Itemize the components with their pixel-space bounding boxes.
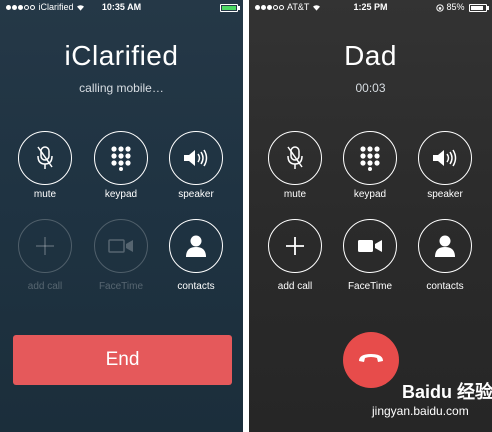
keypad-button[interactable] xyxy=(94,131,148,185)
hang-up-icon xyxy=(357,351,385,370)
speaker-label: speaker xyxy=(427,189,463,200)
mute-button[interactable] xyxy=(268,131,322,185)
speaker-button[interactable] xyxy=(169,131,223,185)
speaker-button[interactable] xyxy=(418,131,472,185)
speaker-icon xyxy=(182,148,210,168)
facetime-label: FaceTime xyxy=(98,281,144,292)
watermark-brand: Baidu 经验 xyxy=(402,382,492,402)
facetime-icon xyxy=(357,238,383,254)
left-phone-screen: iClarified 10:35 AM iClarified calling m… xyxy=(0,0,243,432)
keypad-label: keypad xyxy=(353,189,387,200)
caller-name: iClarified xyxy=(64,40,179,71)
add-call-icon xyxy=(284,235,306,257)
mute-icon xyxy=(284,145,306,171)
add-call-label: add call xyxy=(277,281,313,292)
contacts-label: contacts xyxy=(426,281,464,292)
facetime-button[interactable] xyxy=(343,219,397,273)
facetime-button xyxy=(94,219,148,273)
add-call-button xyxy=(18,219,72,273)
watermark-url: jingyan.baidu.com xyxy=(372,404,469,418)
add-call-button[interactable] xyxy=(268,219,322,273)
add-call-label: add call xyxy=(27,281,63,292)
mute-label: mute xyxy=(33,189,57,200)
mute-label: mute xyxy=(283,189,307,200)
watermark: Baidu 经验 jingyan.baidu.com xyxy=(372,378,492,428)
speaker-icon xyxy=(431,148,459,168)
end-call-button[interactable]: End xyxy=(13,335,232,385)
contacts-button[interactable] xyxy=(169,219,223,273)
call-duration: 00:03 xyxy=(355,81,386,95)
status-bar: iClarified 10:35 AM xyxy=(0,0,243,14)
facetime-icon xyxy=(108,238,134,254)
status-time: 10:35 AM xyxy=(101,2,142,12)
battery-icon xyxy=(469,3,489,12)
mute-icon xyxy=(34,145,56,171)
status-right: 85% xyxy=(436,0,489,14)
keypad-label: keypad xyxy=(104,189,138,200)
call-status: calling mobile… xyxy=(79,81,164,95)
battery-percent: 85% xyxy=(446,2,465,12)
rotation-lock-icon xyxy=(436,2,447,12)
keypad-icon xyxy=(359,145,381,171)
status-bar: AT&T 1:25 PM 85% xyxy=(249,0,492,14)
contacts-icon xyxy=(434,234,456,258)
keypad-icon xyxy=(110,145,132,171)
facetime-label: FaceTime xyxy=(347,281,393,292)
keypad-button[interactable] xyxy=(343,131,397,185)
add-call-icon xyxy=(34,235,56,257)
speaker-label: speaker xyxy=(178,189,214,200)
contacts-label: contacts xyxy=(177,281,215,292)
caller-name: Dad xyxy=(344,40,397,71)
contacts-icon xyxy=(185,234,207,258)
contacts-button[interactable] xyxy=(418,219,472,273)
mute-button[interactable] xyxy=(18,131,72,185)
battery-icon xyxy=(218,0,240,14)
